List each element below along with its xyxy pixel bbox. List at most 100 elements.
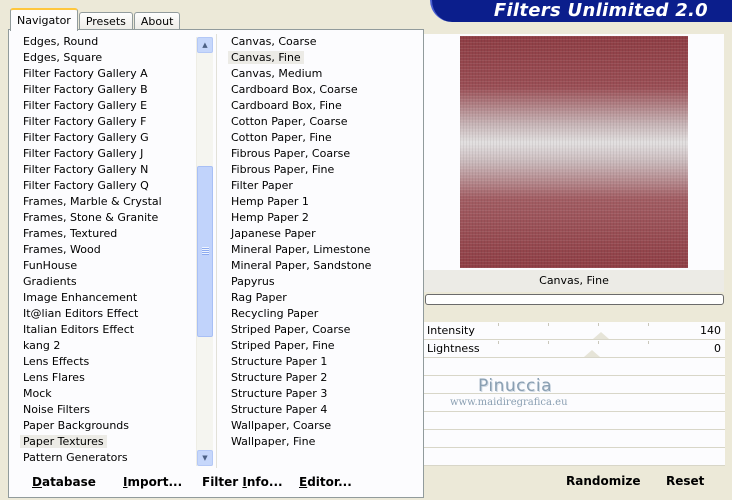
filter-item-label: Filter Paper [231,179,293,192]
filter-item-label: Structure Paper 3 [231,387,328,400]
category-item[interactable]: Mock [16,386,196,402]
filter-item[interactable]: Hemp Paper 2 [224,210,420,226]
category-item[interactable]: Paper Textures [16,434,196,450]
filter-item[interactable]: Japanese Paper [224,226,420,242]
slider-lightness[interactable]: Lightness 0 [424,340,725,358]
scroll-thumb[interactable] [197,166,213,337]
filter-item[interactable]: Papyrus [224,274,420,290]
filter-item[interactable]: Cotton Paper, Coarse [224,114,420,130]
filter-item[interactable]: Canvas, Coarse [224,34,420,50]
slider-thumb[interactable] [592,332,609,339]
empty-slider-row [424,376,725,394]
category-item[interactable]: Edges, Square [16,50,196,66]
watermark-name: Pinuccia [478,376,552,396]
slider-ticks [498,323,685,326]
category-item[interactable]: Pattern Generators [16,450,196,466]
filter-item[interactable]: Rag Paper [224,290,420,306]
filter-item-label: Canvas, Medium [231,67,323,80]
filter-item[interactable]: Canvas, Fine [224,50,420,66]
scroll-up-button[interactable]: ▲ [197,37,213,53]
category-item[interactable]: Filter Factory Gallery Q [16,178,196,194]
progress-bar [425,294,724,305]
filter-info-button[interactable]: Filter Info... [202,474,283,490]
filter-item[interactable]: Recycling Paper [224,306,420,322]
scroll-down-button[interactable]: ▼ [197,450,213,466]
filter-item[interactable]: Cardboard Box, Fine [224,98,420,114]
category-item[interactable]: Frames, Wood [16,242,196,258]
filter-item[interactable]: Striped Paper, Coarse [224,322,420,338]
tab-presets[interactable]: Presets [78,12,133,30]
filter-item-label: Hemp Paper 2 [231,211,309,224]
category-item-label: Filter Factory Gallery J [23,147,144,160]
category-item-label: Pattern Generators [23,451,128,464]
category-item[interactable]: Frames, Marble & Crystal [16,194,196,210]
category-item[interactable]: Gradients [16,274,196,290]
category-item[interactable]: Filter Factory Gallery A [16,66,196,82]
editor-button[interactable]: Editor... [299,474,352,490]
filter-item[interactable]: Structure Paper 4 [224,402,420,418]
randomize-button[interactable]: Randomize [566,474,640,488]
filter-item[interactable]: Mineral Paper, Sandstone [224,258,420,274]
filter-item-label: Papyrus [231,275,275,288]
tab-about[interactable]: About [133,12,181,30]
filter-item[interactable]: Structure Paper 1 [224,354,420,370]
category-item[interactable]: Filter Factory Gallery J [16,146,196,162]
category-item-label: Filter Factory Gallery G [23,131,149,144]
filter-item[interactable]: Mineral Paper, Limestone [224,242,420,258]
filter-item[interactable]: Structure Paper 2 [224,370,420,386]
filter-item[interactable]: Wallpaper, Fine [224,434,420,450]
category-item[interactable]: Frames, Stone & Granite [16,210,196,226]
filter-item-label: Japanese Paper [231,227,316,240]
category-item[interactable]: Filter Factory Gallery E [16,98,196,114]
category-item[interactable]: Filter Factory Gallery G [16,130,196,146]
tab-navigator[interactable]: Navigator [10,8,78,31]
database-button[interactable]: Database [32,474,96,490]
category-item[interactable]: Image Enhancement [16,290,196,306]
category-list[interactable]: Edges, Round Edges, Square Filter Factory … [16,34,196,468]
filter-item[interactable]: Fibrous Paper, Fine [224,162,420,178]
slider-label: Lightness [427,342,480,355]
filter-item[interactable]: Striped Paper, Fine [224,338,420,354]
category-item-label: Mock [23,387,52,400]
filter-item-label: Fibrous Paper, Fine [231,163,335,176]
filter-item-label: Mineral Paper, Limestone [231,243,371,256]
filter-list[interactable]: Canvas, Coarse Canvas, Fine Canvas, Medium… [224,34,420,468]
filter-item-label: Striped Paper, Fine [231,339,335,352]
category-item[interactable]: Paper Backgrounds [16,418,196,434]
filter-item[interactable]: Cotton Paper, Fine [224,130,420,146]
category-item[interactable]: Edges, Round [16,34,196,50]
slider-ticks [498,341,685,344]
category-item[interactable]: Lens Flares [16,370,196,386]
category-item-label: It@lian Editors Effect [23,307,139,320]
category-item-label: Frames, Textured [23,227,118,240]
filter-item[interactable]: Hemp Paper 1 [224,194,420,210]
category-item[interactable]: FunHouse [16,258,196,274]
app-title: Filters Unlimited 2.0 [493,0,708,21]
slider-intensity[interactable]: Intensity 140 [424,322,725,340]
category-item[interactable]: Filter Factory Gallery B [16,82,196,98]
category-item[interactable]: Frames, Textured [16,226,196,242]
filter-item[interactable]: Filter Paper [224,178,420,194]
reset-button[interactable]: Reset [666,474,704,488]
category-item[interactable]: Filter Factory Gallery F [16,114,196,130]
category-item[interactable]: Filter Factory Gallery N [16,162,196,178]
filter-item[interactable]: Cardboard Box, Coarse [224,82,420,98]
category-item[interactable]: It@lian Editors Effect [16,306,196,322]
category-item-label: Gradients [23,275,77,288]
filter-item[interactable]: Wallpaper, Coarse [224,418,420,434]
category-item-label: Lens Flares [23,371,85,384]
category-item-label: Image Enhancement [23,291,138,304]
filter-item[interactable]: Structure Paper 3 [224,386,420,402]
category-item[interactable]: Italian Editors Effect [16,322,196,338]
parameter-sliders: Intensity 140 Lightness 0 [424,322,725,466]
category-item[interactable]: kang 2 [16,338,196,354]
slider-thumb[interactable] [583,350,600,357]
category-scrollbar[interactable]: ▲ ▼ [196,37,213,466]
category-item[interactable]: Lens Effects [16,354,196,370]
category-item[interactable]: Noise Filters [16,402,196,418]
category-item-label: Edges, Square [23,51,103,64]
filter-item[interactable]: Fibrous Paper, Coarse [224,146,420,162]
filter-item[interactable]: Canvas, Medium [224,66,420,82]
scroll-grip-icon [202,247,209,255]
import-button[interactable]: Import... [123,474,182,490]
